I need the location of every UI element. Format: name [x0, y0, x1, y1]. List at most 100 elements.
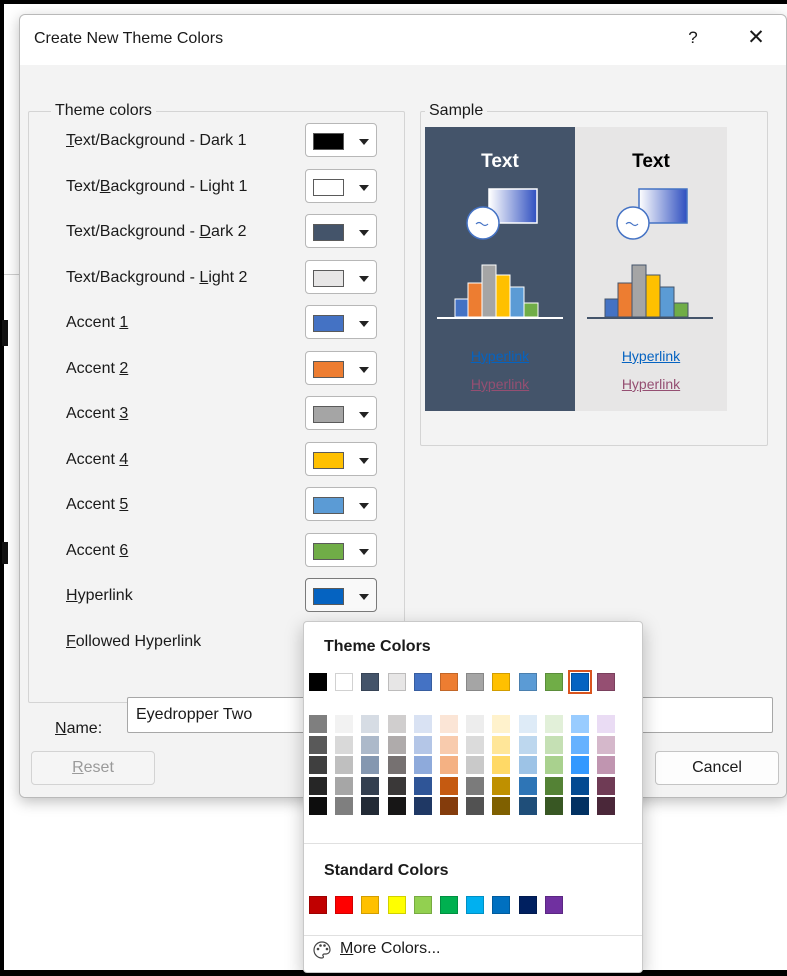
cancel-button[interactable]: Cancel — [655, 751, 779, 785]
standard-color-swatch[interactable] — [309, 896, 327, 914]
color-dropdown-button[interactable] — [305, 441, 377, 476]
theme-shade-swatch[interactable] — [361, 776, 380, 795]
theme-shade-swatch[interactable] — [571, 756, 589, 774]
theme-shade-swatch[interactable] — [597, 735, 616, 754]
theme-color-swatch[interactable] — [440, 673, 458, 691]
color-dropdown-button[interactable] — [305, 578, 377, 612]
theme-shade-swatch[interactable] — [544, 735, 563, 754]
theme-shade-swatch[interactable] — [466, 756, 485, 774]
theme-shade-swatch[interactable] — [518, 776, 537, 795]
theme-shade-swatch[interactable] — [309, 735, 327, 754]
theme-shade-swatch[interactable] — [387, 797, 406, 815]
theme-shade-swatch[interactable] — [361, 715, 380, 733]
theme-shade-swatch[interactable] — [440, 735, 458, 754]
theme-shade-swatch[interactable] — [309, 756, 327, 774]
standard-color-swatch[interactable] — [492, 896, 511, 914]
theme-shade-swatch[interactable] — [544, 715, 563, 733]
theme-shade-swatch[interactable] — [466, 735, 485, 754]
name-label: Name: — [55, 720, 103, 737]
chevron-down-icon — [359, 366, 369, 373]
theme-shade-swatch[interactable] — [413, 715, 432, 733]
theme-shade-swatch[interactable] — [492, 797, 511, 815]
standard-color-swatch[interactable] — [413, 896, 432, 914]
standard-color-swatch[interactable] — [361, 896, 380, 914]
theme-shade-swatch[interactable] — [309, 776, 327, 795]
theme-shade-swatch[interactable] — [597, 797, 616, 815]
theme-shade-swatch[interactable] — [335, 715, 354, 733]
theme-shade-swatch[interactable] — [387, 776, 406, 795]
theme-shade-swatch[interactable] — [440, 797, 458, 815]
theme-shade-swatch[interactable] — [309, 715, 327, 733]
theme-shade-swatch[interactable] — [440, 776, 458, 795]
color-dropdown-button[interactable] — [305, 305, 377, 339]
theme-shade-swatch[interactable] — [335, 797, 354, 815]
theme-color-swatch[interactable] — [544, 673, 563, 691]
color-dropdown-button[interactable] — [305, 168, 377, 203]
theme-color-swatch[interactable] — [518, 673, 537, 691]
theme-shade-swatch[interactable] — [440, 756, 458, 774]
theme-color-swatch[interactable] — [597, 673, 616, 691]
theme-shade-swatch[interactable] — [571, 735, 589, 754]
color-dropdown-button[interactable] — [305, 259, 377, 294]
theme-shade-swatch[interactable] — [492, 715, 511, 733]
standard-color-swatch[interactable] — [387, 896, 406, 914]
standard-color-swatch[interactable] — [335, 896, 354, 914]
reset-button[interactable]: Reset — [31, 751, 155, 785]
theme-shade-swatch[interactable] — [387, 735, 406, 754]
theme-shade-swatch[interactable] — [413, 776, 432, 795]
theme-shade-swatch[interactable] — [597, 776, 616, 795]
theme-shade-swatch[interactable] — [518, 797, 537, 815]
theme-shade-swatch[interactable] — [544, 776, 563, 795]
standard-color-swatch[interactable] — [440, 896, 458, 914]
color-dropdown-button[interactable] — [305, 532, 377, 567]
theme-shade-swatch[interactable] — [518, 735, 537, 754]
theme-shade-swatch[interactable] — [440, 715, 458, 733]
help-button[interactable]: ? — [683, 28, 703, 48]
standard-color-swatch[interactable] — [518, 896, 537, 914]
theme-shade-swatch[interactable] — [544, 797, 563, 815]
theme-shade-swatch[interactable] — [571, 715, 589, 733]
theme-shade-swatch[interactable] — [335, 735, 354, 754]
color-dropdown-button[interactable] — [305, 396, 377, 430]
close-button[interactable]: ✕ — [744, 25, 768, 50]
color-dropdown-button[interactable] — [305, 214, 377, 248]
theme-shade-swatch[interactable] — [387, 715, 406, 733]
standard-color-swatch[interactable] — [466, 896, 485, 914]
color-swatch — [313, 360, 344, 378]
theme-shade-swatch[interactable] — [309, 797, 327, 815]
theme-color-swatch[interactable] — [309, 673, 327, 691]
color-dropdown-button[interactable] — [305, 487, 377, 521]
theme-shade-swatch[interactable] — [492, 776, 511, 795]
theme-shade-swatch[interactable] — [466, 776, 485, 795]
theme-shade-swatch[interactable] — [571, 776, 589, 795]
theme-shade-swatch[interactable] — [413, 797, 432, 815]
theme-shade-swatch[interactable] — [466, 797, 485, 815]
theme-shade-swatch[interactable] — [335, 756, 354, 774]
theme-shade-swatch[interactable] — [466, 715, 485, 733]
theme-shade-swatch[interactable] — [597, 756, 616, 774]
standard-color-swatch[interactable] — [544, 896, 563, 914]
color-dropdown-button[interactable] — [305, 123, 377, 157]
theme-shade-swatch[interactable] — [518, 715, 537, 733]
theme-shade-swatch[interactable] — [492, 756, 511, 774]
theme-color-swatch[interactable] — [361, 673, 380, 691]
color-dropdown-button[interactable] — [305, 350, 377, 385]
theme-color-swatch[interactable] — [413, 673, 432, 691]
theme-shade-swatch[interactable] — [361, 735, 380, 754]
theme-shade-swatch[interactable] — [492, 735, 511, 754]
theme-shade-swatch[interactable] — [361, 797, 380, 815]
theme-shade-swatch[interactable] — [387, 756, 406, 774]
theme-color-swatch[interactable] — [492, 673, 511, 691]
theme-shade-swatch[interactable] — [361, 756, 380, 774]
theme-shade-swatch[interactable] — [518, 756, 537, 774]
theme-shade-swatch[interactable] — [544, 756, 563, 774]
theme-color-swatch[interactable] — [335, 673, 354, 691]
theme-shade-swatch[interactable] — [597, 715, 616, 733]
theme-shade-swatch[interactable] — [335, 776, 354, 795]
theme-color-label: Accent 2 — [66, 359, 129, 377]
theme-shade-swatch[interactable] — [571, 797, 589, 815]
theme-shade-swatch[interactable] — [413, 735, 432, 754]
theme-color-swatch[interactable] — [466, 673, 485, 691]
theme-color-swatch[interactable] — [387, 673, 406, 691]
theme-shade-swatch[interactable] — [413, 756, 432, 774]
